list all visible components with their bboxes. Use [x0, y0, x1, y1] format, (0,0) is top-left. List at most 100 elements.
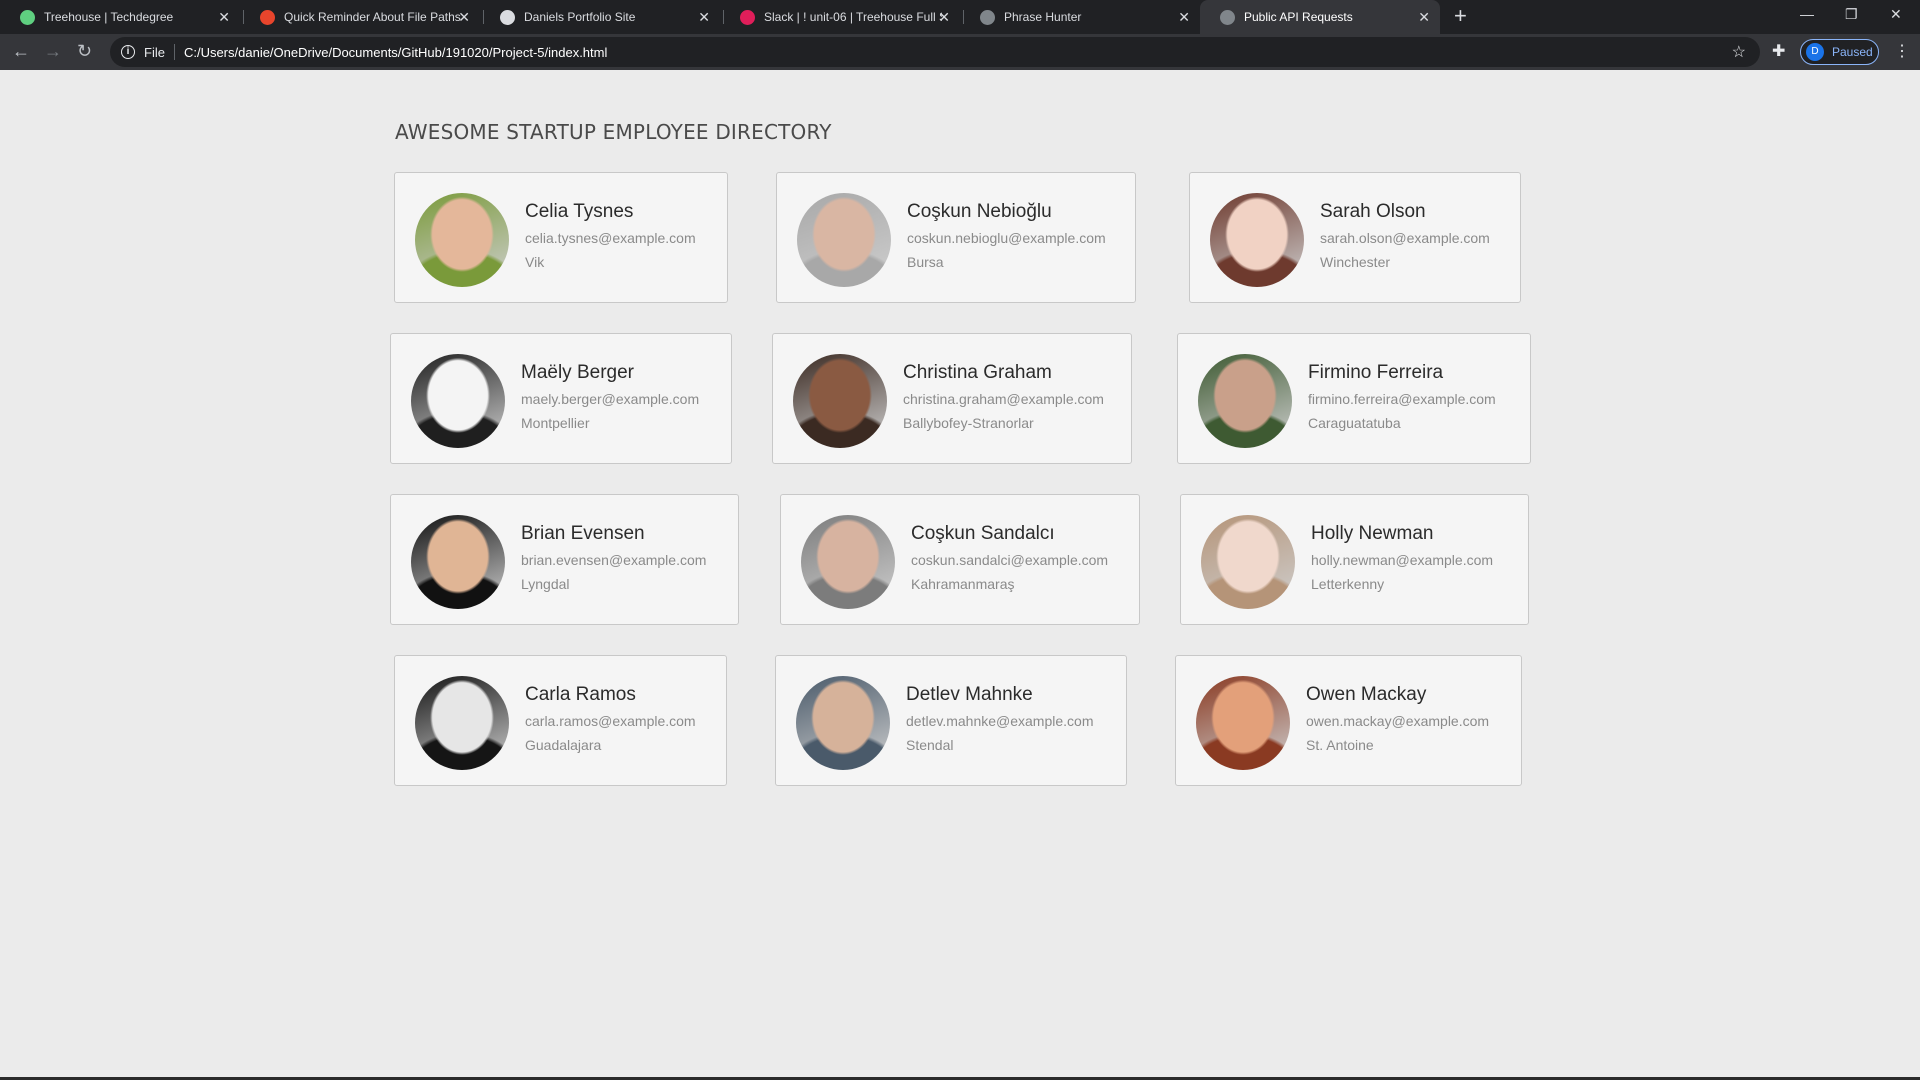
- employee-card[interactable]: Carla Ramos carla.ramos@example.com Guad…: [394, 655, 727, 786]
- employee-city: Winchester: [1320, 254, 1391, 270]
- employee-email: celia.tysnes@example.com: [525, 230, 696, 246]
- tab-title: Slack | ! unit-06 | Treehouse Full S: [764, 10, 942, 24]
- profile-button[interactable]: D Paused: [1800, 39, 1879, 65]
- employee-card[interactable]: Owen Mackay owen.mackay@example.com St. …: [1175, 655, 1522, 786]
- forward-arrow-icon[interactable]: →: [44, 41, 62, 61]
- browser-tab-5-active[interactable]: Public API Requests ✕: [1200, 0, 1440, 34]
- treehouse-community-icon: [260, 9, 275, 25]
- employee-name: Owen Mackay: [1306, 684, 1427, 705]
- tab-title: Daniels Portfolio Site: [524, 10, 636, 24]
- treehouse-icon: [20, 9, 35, 25]
- address-bar[interactable]: i File C:/Users/danie/OneDrive/Documents…: [110, 37, 1760, 67]
- employee-card[interactable]: Coşkun Sandalcı coskun.sandalci@example.…: [780, 494, 1140, 625]
- employee-name: Carla Ramos: [525, 684, 636, 705]
- employee-avatar: [796, 676, 890, 770]
- employee-email: owen.mackay@example.com: [1306, 713, 1490, 729]
- close-icon[interactable]: ✕: [1178, 9, 1190, 25]
- employee-email: sarah.olson@example.com: [1320, 230, 1490, 246]
- employee-name: Firmino Ferreira: [1308, 362, 1444, 383]
- avatar: D: [1806, 43, 1824, 61]
- employee-avatar: [411, 515, 505, 609]
- restore-icon[interactable]: ❐: [1845, 6, 1858, 23]
- close-icon[interactable]: ✕: [938, 9, 950, 25]
- employee-avatar: [1201, 515, 1295, 609]
- slack-icon: [740, 9, 755, 25]
- employee-name: Sarah Olson: [1320, 201, 1426, 222]
- employee-avatar: [415, 676, 509, 770]
- browser-tab-0[interactable]: Treehouse | Techdegree ✕: [0, 0, 240, 34]
- employee-name: Holly Newman: [1311, 523, 1434, 544]
- employee-card[interactable]: Celia Tysnes celia.tysnes@example.com Vi…: [394, 172, 728, 303]
- info-icon[interactable]: i: [121, 45, 135, 59]
- employee-card[interactable]: Christina Graham christina.graham@exampl…: [772, 333, 1132, 464]
- bookmark-star-icon[interactable]: ☆: [1732, 42, 1746, 62]
- employee-avatar: [797, 193, 891, 287]
- browser-tab-strip: Treehouse | Techdegree ✕ Quick Reminder …: [0, 0, 1920, 34]
- extensions-puzzle-icon[interactable]: ✚: [1772, 41, 1785, 61]
- employee-card[interactable]: Maëly Berger maely.berger@example.com Mo…: [390, 333, 732, 464]
- employee-card[interactable]: Detlev Mahnke detlev.mahnke@example.com …: [775, 655, 1127, 786]
- browser-tab-3[interactable]: Slack | ! unit-06 | Treehouse Full S ✕: [720, 0, 960, 34]
- employee-email: detlev.mahnke@example.com: [906, 713, 1094, 729]
- employee-email: brian.evensen@example.com: [521, 552, 707, 568]
- browser-tab-1[interactable]: Quick Reminder About File Paths ✕: [240, 0, 480, 34]
- tab-title: Phrase Hunter: [1004, 10, 1082, 24]
- browser-tab-2[interactable]: Daniels Portfolio Site ✕: [480, 0, 720, 34]
- browser-tab-4[interactable]: Phrase Hunter ✕: [960, 0, 1200, 34]
- employee-card[interactable]: Firmino Ferreira firmino.ferreira@exampl…: [1177, 333, 1531, 464]
- close-icon[interactable]: ✕: [458, 9, 470, 25]
- employee-email: coskun.sandalci@example.com: [911, 552, 1109, 568]
- employee-name: Celia Tysnes: [525, 201, 634, 222]
- employee-card[interactable]: Sarah Olson sarah.olson@example.com Winc…: [1189, 172, 1521, 303]
- employee-name: Coşkun Sandalcı: [911, 523, 1055, 544]
- employee-city: Ballybofey-Stranorlar: [903, 415, 1034, 431]
- page-content: AWESOME STARTUP EMPLOYEE DIRECTORY Celia…: [0, 70, 1920, 1080]
- close-icon[interactable]: ✕: [1418, 9, 1430, 25]
- employee-email: holly.newman@example.com: [1311, 552, 1494, 568]
- employee-name: Coşkun Nebioğlu: [907, 201, 1052, 222]
- globe-icon: [500, 9, 515, 25]
- employee-name: Christina Graham: [903, 362, 1052, 383]
- employee-name: Brian Evensen: [521, 523, 645, 544]
- employee-city: Stendal: [906, 737, 954, 753]
- back-arrow-icon[interactable]: ←: [12, 41, 30, 61]
- employee-email: firmino.ferreira@example.com: [1308, 391, 1496, 407]
- employee-avatar: [1196, 676, 1290, 770]
- address-url[interactable]: C:/Users/danie/OneDrive/Documents/GitHub…: [184, 45, 607, 60]
- employee-city: Letterkenny: [1311, 576, 1385, 592]
- employee-avatar: [415, 193, 509, 287]
- new-tab-plus-icon[interactable]: +: [1454, 4, 1467, 28]
- employee-name: Detlev Mahnke: [906, 684, 1033, 705]
- minimize-icon[interactable]: —: [1800, 6, 1814, 22]
- browser-toolbar: ← → ↻ i File C:/Users/danie/OneDrive/Doc…: [0, 34, 1920, 70]
- employee-avatar: [793, 354, 887, 448]
- employee-city: Bursa: [907, 254, 944, 270]
- globe-icon: [1220, 9, 1235, 25]
- employee-email: christina.graham@example.com: [903, 391, 1104, 407]
- employee-avatar: [411, 354, 505, 448]
- tab-title: Public API Requests: [1244, 10, 1353, 24]
- close-icon[interactable]: ✕: [218, 9, 230, 25]
- employee-city: Caraguatatuba: [1308, 415, 1401, 431]
- employee-card[interactable]: Coşkun Nebioğlu coskun.nebioglu@example.…: [776, 172, 1136, 303]
- address-divider: [173, 44, 175, 60]
- employee-email: carla.ramos@example.com: [525, 713, 696, 729]
- address-scheme: File: [144, 44, 165, 60]
- employee-card[interactable]: Holly Newman holly.newman@example.com Le…: [1180, 494, 1529, 625]
- employee-city: Vik: [525, 254, 545, 270]
- reload-icon[interactable]: ↻: [77, 41, 92, 61]
- close-window-icon[interactable]: ✕: [1890, 6, 1902, 23]
- page-title: AWESOME STARTUP EMPLOYEE DIRECTORY: [395, 120, 832, 144]
- employee-city: St. Antoine: [1306, 737, 1374, 753]
- employee-email: coskun.nebioglu@example.com: [907, 230, 1106, 246]
- kebab-menu-icon[interactable]: ⋮: [1894, 41, 1910, 61]
- employee-email: maely.berger@example.com: [521, 391, 700, 407]
- tab-title: Treehouse | Techdegree: [44, 10, 174, 24]
- tab-title: Quick Reminder About File Paths: [284, 10, 461, 24]
- employee-city: Montpellier: [521, 415, 590, 431]
- employee-city: Lyngdal: [521, 576, 570, 592]
- employee-card[interactable]: Brian Evensen brian.evensen@example.com …: [390, 494, 739, 625]
- close-icon[interactable]: ✕: [698, 9, 710, 25]
- employee-avatar: [801, 515, 895, 609]
- employee-name: Maëly Berger: [521, 362, 634, 383]
